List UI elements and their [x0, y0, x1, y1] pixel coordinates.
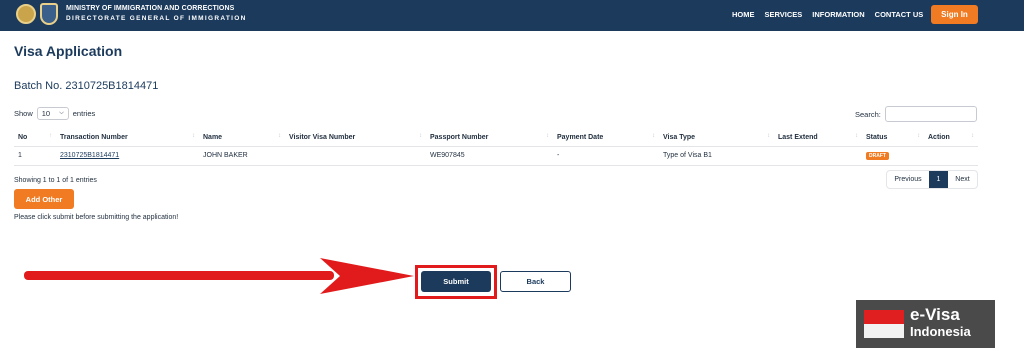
sort-icon: ↕: [767, 133, 770, 139]
cell-no: 1: [14, 146, 56, 166]
indonesia-flag-icon: [864, 310, 904, 338]
nav-home[interactable]: HOME: [732, 10, 755, 19]
submit-button[interactable]: Submit: [421, 271, 491, 292]
sort-icon: ↕: [192, 133, 195, 139]
watermark-line2: Indonesia: [910, 324, 971, 339]
chevron-down-icon: ⌵: [59, 110, 64, 116]
sort-icon: ↕: [971, 133, 974, 139]
table-row: 1 2310725B1814471 JOHN BAKER WE907845 - …: [14, 146, 978, 166]
page-1-button[interactable]: 1: [929, 171, 948, 188]
page-length-select[interactable]: 10 ⌵: [36, 107, 69, 120]
sort-icon: ↕: [855, 133, 858, 139]
page-title: Visa Application: [14, 43, 123, 59]
nav-information[interactable]: INFORMATION: [812, 10, 864, 19]
table-header-row: No ↑ Transaction Number ↕ Name ↕ Visitor Vi…: [14, 129, 978, 147]
applications-table: No ↑ Transaction Number ↕ Name ↕ Visitor Vi…: [14, 129, 978, 166]
pagination: Previous 1 Next: [886, 170, 978, 189]
entries-label: entries: [72, 109, 96, 118]
search-label: Search:: [855, 109, 881, 119]
previous-page-button[interactable]: Previous: [887, 171, 929, 188]
sign-in-button[interactable]: Sign In: [931, 5, 978, 24]
back-button[interactable]: Back: [500, 271, 571, 292]
garuda-emblem-icon: [16, 4, 36, 24]
org-title: MINISTRY OF IMMIGRATION AND CORRECTIONS: [66, 5, 235, 12]
cell-visitor-visa-number: [285, 146, 426, 166]
col-status[interactable]: Status ↕: [862, 129, 924, 147]
sort-icon: ↕: [419, 133, 422, 139]
col-action[interactable]: Action ↕: [924, 129, 978, 147]
col-visitor-visa-number[interactable]: Visitor Visa Number ↕: [285, 129, 426, 147]
evisa-watermark: e-Visa Indonesia: [856, 300, 995, 348]
search-input[interactable]: [884, 106, 977, 122]
sort-icon: ↕: [278, 133, 281, 139]
sort-icon: ↕: [546, 133, 549, 139]
page-length-value: 10: [41, 109, 51, 118]
next-page-button[interactable]: Next: [948, 171, 977, 188]
logo[interactable]: MINISTRY OF IMMIGRATION AND CORRECTIONS …: [16, 3, 247, 25]
transaction-number-link[interactable]: 2310725B1814471: [60, 152, 119, 159]
table-search: Search:: [855, 106, 977, 122]
col-transaction-number[interactable]: Transaction Number ↕: [56, 129, 199, 147]
top-navbar: MINISTRY OF IMMIGRATION AND CORRECTIONS …: [0, 0, 1024, 31]
sort-icon: ↕: [652, 133, 655, 139]
sort-icon: ↕: [917, 133, 920, 139]
col-passport-number[interactable]: Passport Number ↕: [426, 129, 553, 147]
cell-passport-number: WE907845: [426, 146, 553, 166]
batch-number: Batch No. 2310725B1814471: [14, 80, 159, 92]
sort-icon: ↑: [49, 133, 52, 139]
col-visa-type[interactable]: Visa Type ↕: [659, 129, 774, 147]
nav-contact-us[interactable]: CONTACT US: [875, 10, 924, 19]
show-label: Show: [14, 109, 33, 118]
cell-last-extend: [774, 146, 862, 166]
col-no[interactable]: No ↑: [14, 129, 56, 147]
status-badge: DRAFT: [866, 151, 889, 160]
org-subtitle: DIRECTORATE GENERAL OF IMMIGRATION: [66, 15, 247, 22]
page-length-control: Show 10 ⌵ entries: [14, 107, 95, 120]
add-other-button[interactable]: Add Other: [14, 189, 74, 209]
cell-name: JOHN BAKER: [199, 146, 285, 166]
nav-services[interactable]: SERVICES: [765, 10, 803, 19]
red-arrow-icon: [24, 258, 414, 294]
cell-payment-date: -: [553, 146, 659, 166]
main-nav: HOME SERVICES INFORMATION CONTACT US: [732, 10, 923, 19]
watermark-line1: e-Visa: [910, 305, 960, 324]
cell-visa-type: Type of Visa B1: [659, 146, 774, 166]
submit-note: Please click submit before submitting th…: [14, 214, 179, 221]
col-payment-date[interactable]: Payment Date ↕: [553, 129, 659, 147]
immigration-shield-icon: [40, 3, 58, 25]
col-name[interactable]: Name ↕: [199, 129, 285, 147]
col-last-extend[interactable]: Last Extend ↕: [774, 129, 862, 147]
table-info: Showing 1 to 1 of 1 entries: [14, 177, 97, 184]
cell-action: [924, 146, 978, 166]
